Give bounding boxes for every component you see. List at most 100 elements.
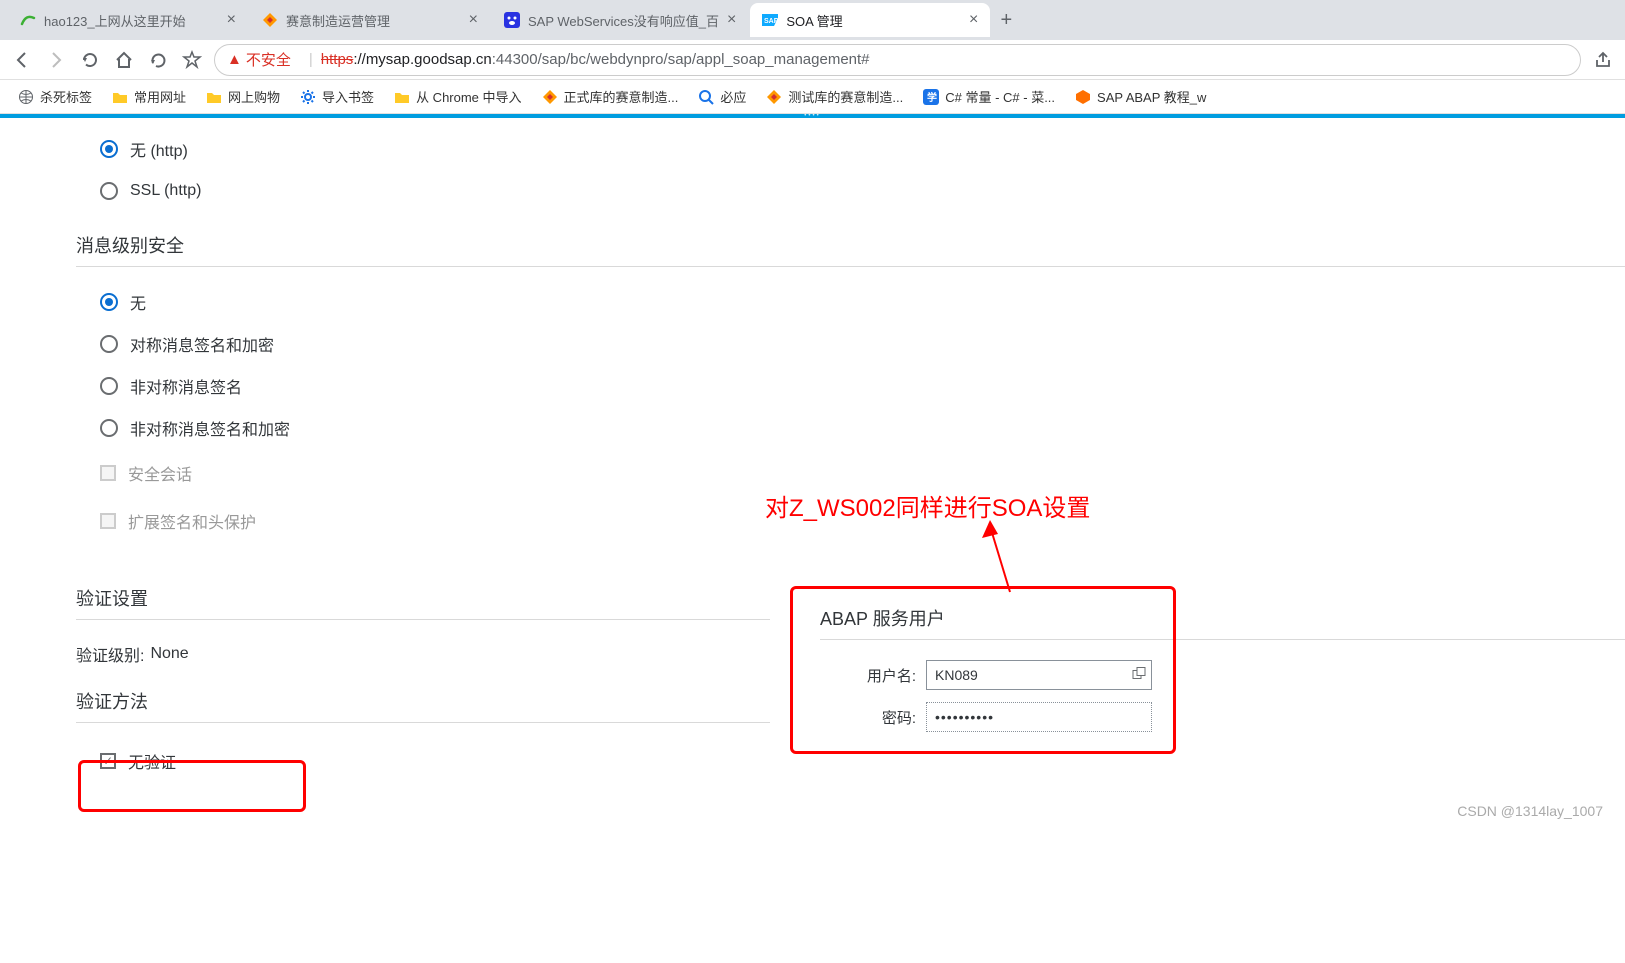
bookmark-label: 必应 bbox=[720, 87, 746, 106]
app-icon: 学 bbox=[923, 89, 939, 105]
checkbox-label: 扩展签名和头保护 bbox=[128, 509, 256, 533]
section-auth-settings: 验证设置 bbox=[76, 585, 770, 611]
annotation-box-noauth bbox=[78, 760, 306, 812]
bookmark-item[interactable]: 测试库的赛意制造... bbox=[758, 83, 911, 110]
tab-title: 赛意制造运营管理 bbox=[286, 11, 461, 30]
checkbox-label: 安全会话 bbox=[128, 461, 192, 485]
search-icon bbox=[698, 89, 714, 105]
warning-icon: ▲ bbox=[227, 51, 242, 68]
favicon-sap: SAP bbox=[762, 12, 778, 28]
globe-icon bbox=[18, 89, 34, 105]
close-icon[interactable]: × bbox=[969, 11, 978, 29]
section-msg-security: 消息级别安全 bbox=[76, 232, 1625, 258]
bookmark-item[interactable]: 学 C# 常量 - C# - 菜... bbox=[915, 83, 1063, 110]
bookmarks-bar: 杀死标签 常用网址 网上购物 导入书签 从 Chrome 中导入 正式库的赛意制… bbox=[0, 80, 1625, 114]
bookmark-label: 常用网址 bbox=[134, 87, 186, 106]
radio-label: 无 bbox=[130, 290, 146, 314]
radio-label: 无 (http) bbox=[130, 137, 188, 161]
close-icon[interactable]: × bbox=[469, 11, 478, 29]
annotation-text: 对Z_WS002同样进行SOA设置 bbox=[765, 488, 1090, 523]
auth-level-label: 验证级别: bbox=[76, 642, 144, 666]
tab-title: SOA 管理 bbox=[786, 11, 961, 30]
folder-icon bbox=[112, 89, 128, 105]
watermark: CSDN @1314lay_1007 bbox=[1457, 803, 1603, 819]
checkbox-icon bbox=[100, 513, 116, 529]
bookmark-item[interactable]: 从 Chrome 中导入 bbox=[386, 83, 529, 110]
home-button[interactable] bbox=[112, 48, 136, 72]
browser-tab-3[interactable]: SAP SOA 管理 × bbox=[750, 3, 990, 37]
bookmark-label: SAP ABAP 教程_w bbox=[1097, 87, 1206, 106]
bookmark-label: 杀死标签 bbox=[40, 87, 92, 106]
forward-button[interactable] bbox=[44, 48, 68, 72]
radio-icon bbox=[100, 335, 118, 353]
bookmark-label: 正式库的赛意制造... bbox=[564, 87, 679, 106]
bookmark-label: 测试库的赛意制造... bbox=[788, 87, 903, 106]
tab-title: hao123_上网从这里开始 bbox=[44, 11, 219, 30]
browser-tab-0[interactable]: hao123_上网从这里开始 × bbox=[8, 3, 248, 37]
folder-icon bbox=[394, 89, 410, 105]
radio-transport-none[interactable]: 无 (http) bbox=[100, 128, 1625, 170]
radio-msgsec-sym[interactable]: 对称消息签名和加密 bbox=[100, 323, 1625, 365]
separator: | bbox=[309, 51, 313, 68]
bookmark-item[interactable]: 杀死标签 bbox=[10, 83, 100, 110]
bookmark-item[interactable]: 常用网址 bbox=[104, 83, 194, 110]
close-icon[interactable]: × bbox=[727, 11, 736, 29]
radio-icon bbox=[100, 377, 118, 395]
bookmark-item[interactable]: 正式库的赛意制造... bbox=[534, 83, 687, 110]
gear-icon bbox=[300, 89, 316, 105]
folder-icon bbox=[206, 89, 222, 105]
bookmark-item[interactable]: 网上购物 bbox=[198, 83, 288, 110]
bookmark-label: C# 常量 - C# - 菜... bbox=[945, 87, 1055, 106]
radio-label: 对称消息签名和加密 bbox=[130, 332, 274, 356]
annotation-box-abap bbox=[790, 586, 1176, 754]
tab-title: SAP WebServices没有响应值_百 bbox=[528, 11, 719, 30]
new-tab-button[interactable]: + bbox=[992, 6, 1020, 34]
browser-tab-2[interactable]: SAP WebServices没有响应值_百 × bbox=[492, 3, 748, 37]
auth-level-value: None bbox=[150, 645, 188, 663]
undo-button[interactable] bbox=[146, 48, 170, 72]
bookmark-label: 网上购物 bbox=[228, 87, 280, 106]
radio-label: SSL (http) bbox=[130, 182, 201, 200]
browser-toolbar: ▲ 不安全 | https://mysap.goodsap.cn:44300/s… bbox=[0, 40, 1625, 80]
svg-text:学: 学 bbox=[927, 91, 937, 104]
bookmark-item[interactable]: 必应 bbox=[690, 83, 754, 110]
bookmark-item[interactable]: SAP ABAP 教程_w bbox=[1067, 83, 1214, 110]
bookmark-label: 导入书签 bbox=[322, 87, 374, 106]
svg-text:SAP: SAP bbox=[764, 18, 778, 25]
favorite-button[interactable] bbox=[180, 48, 204, 72]
address-bar[interactable]: ▲ 不安全 | https://mysap.goodsap.cn:44300/s… bbox=[214, 44, 1581, 76]
radio-msgsec-asym[interactable]: 非对称消息签名 bbox=[100, 365, 1625, 407]
radio-icon bbox=[100, 140, 118, 158]
share-button[interactable] bbox=[1591, 48, 1615, 72]
back-button[interactable] bbox=[10, 48, 34, 72]
browser-tab-strip: hao123_上网从这里开始 × 赛意制造运营管理 × SAP WebServi… bbox=[0, 0, 1625, 40]
radio-icon bbox=[100, 182, 118, 200]
browser-tab-1[interactable]: 赛意制造运营管理 × bbox=[250, 3, 490, 37]
radio-transport-ssl[interactable]: SSL (http) bbox=[100, 170, 1625, 212]
url-text: https://mysap.goodsap.cn:44300/sap/bc/we… bbox=[321, 51, 870, 68]
close-icon[interactable]: × bbox=[227, 11, 236, 29]
radio-icon bbox=[100, 293, 118, 311]
bookmark-label: 从 Chrome 中导入 bbox=[416, 87, 521, 106]
radio-msgsec-asym-enc[interactable]: 非对称消息签名和加密 bbox=[100, 407, 1625, 449]
favicon-saiyi bbox=[262, 12, 278, 28]
favicon-baidu bbox=[504, 12, 520, 28]
page-content: 无 (http) SSL (http) 消息级别安全 无 对称消息签名和加密 非… bbox=[0, 118, 1625, 825]
checkbox-icon bbox=[100, 465, 116, 481]
divider bbox=[76, 619, 770, 620]
divider bbox=[76, 266, 1625, 267]
app-icon bbox=[766, 89, 782, 105]
radio-label: 非对称消息签名和加密 bbox=[130, 416, 290, 440]
auth-level-row: 验证级别: None bbox=[76, 634, 770, 674]
section-auth-method: 验证方法 bbox=[76, 688, 770, 714]
radio-label: 非对称消息签名 bbox=[130, 374, 242, 398]
divider bbox=[76, 722, 770, 723]
bookmark-item[interactable]: 导入书签 bbox=[292, 83, 382, 110]
favicon-hao123 bbox=[20, 12, 36, 28]
insecure-label: 不安全 bbox=[246, 49, 291, 70]
app-icon bbox=[542, 89, 558, 105]
reload-button[interactable] bbox=[78, 48, 102, 72]
radio-icon bbox=[100, 419, 118, 437]
radio-msgsec-none[interactable]: 无 bbox=[100, 281, 1625, 323]
app-icon bbox=[1075, 89, 1091, 105]
